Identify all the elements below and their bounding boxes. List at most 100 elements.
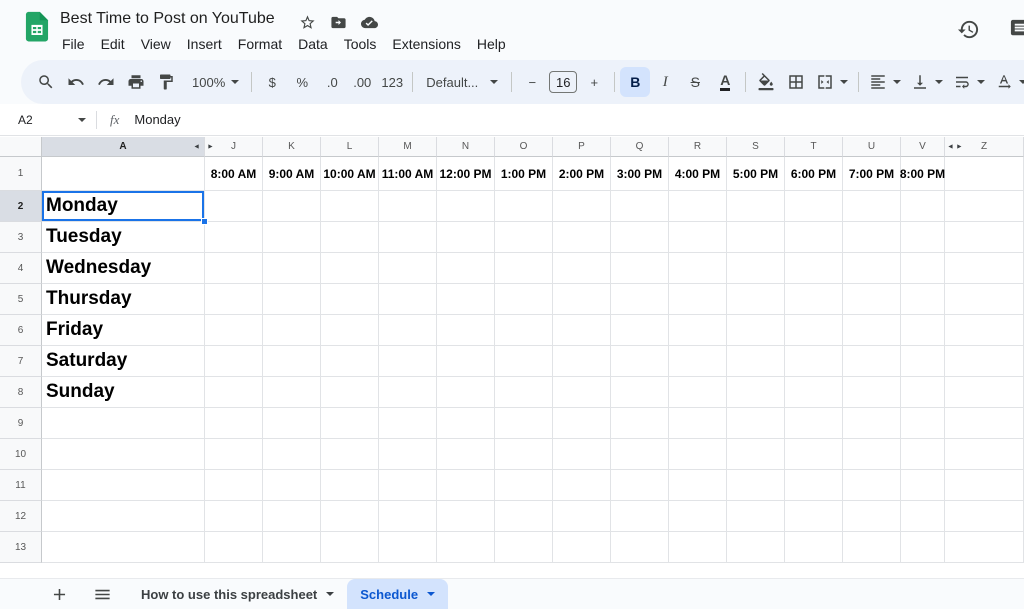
cell-Q12[interactable] [611, 501, 669, 532]
hidden-columns-expand-right-icon[interactable]: ► [207, 143, 216, 150]
cell-T5[interactable] [785, 284, 843, 315]
cell-J4[interactable] [205, 253, 263, 284]
cell-O5[interactable] [495, 284, 553, 315]
cell-Q11[interactable] [611, 470, 669, 501]
cell-K10[interactable] [263, 439, 321, 470]
cell-N12[interactable] [437, 501, 495, 532]
cell-N7[interactable] [437, 346, 495, 377]
cell-M13[interactable] [379, 532, 437, 563]
cell-R3[interactable] [669, 222, 727, 253]
cell-S11[interactable] [727, 470, 785, 501]
cell-U9[interactable] [843, 408, 901, 439]
cell-R12[interactable] [669, 501, 727, 532]
cell-A7[interactable]: Saturday [42, 346, 205, 377]
hidden-columns-expand-icon[interactable]: ◄► [947, 143, 965, 150]
column-header-n[interactable]: N [437, 137, 495, 157]
row-header-7[interactable]: 7 [0, 346, 42, 377]
cell-R1[interactable]: 4:00 PM [669, 157, 727, 191]
cell-Q1[interactable]: 3:00 PM [611, 157, 669, 191]
undo-button[interactable] [61, 67, 91, 97]
menu-view[interactable]: View [133, 34, 179, 54]
cell-O2[interactable] [495, 191, 553, 222]
cell-U8[interactable] [843, 377, 901, 408]
cell-V5[interactable] [901, 284, 945, 315]
increase-decimal-button[interactable]: .00 [347, 67, 377, 97]
cell-S12[interactable] [727, 501, 785, 532]
menu-file[interactable]: File [54, 34, 93, 54]
cell-Z8[interactable] [945, 377, 1024, 408]
cell-M6[interactable] [379, 315, 437, 346]
cell-L10[interactable] [321, 439, 379, 470]
cell-L2[interactable] [321, 191, 379, 222]
print-button[interactable] [121, 67, 151, 97]
cell-Q7[interactable] [611, 346, 669, 377]
cell-N10[interactable] [437, 439, 495, 470]
cell-K5[interactable] [263, 284, 321, 315]
cell-V12[interactable] [901, 501, 945, 532]
cell-R9[interactable] [669, 408, 727, 439]
cell-S8[interactable] [727, 377, 785, 408]
cell-K12[interactable] [263, 501, 321, 532]
cell-S9[interactable] [727, 408, 785, 439]
cell-S3[interactable] [727, 222, 785, 253]
cell-T2[interactable] [785, 191, 843, 222]
cell-Q10[interactable] [611, 439, 669, 470]
cell-U4[interactable] [843, 253, 901, 284]
all-sheets-menu-icon[interactable] [93, 585, 112, 604]
cell-Q13[interactable] [611, 532, 669, 563]
cell-O1[interactable]: 1:00 PM [495, 157, 553, 191]
column-header-m[interactable]: M [379, 137, 437, 157]
cell-T4[interactable] [785, 253, 843, 284]
star-icon[interactable] [299, 14, 316, 36]
cell-V9[interactable] [901, 408, 945, 439]
cell-S7[interactable] [727, 346, 785, 377]
cell-J9[interactable] [205, 408, 263, 439]
cell-O7[interactable] [495, 346, 553, 377]
borders-button[interactable] [781, 67, 811, 97]
cell-O11[interactable] [495, 470, 553, 501]
strikethrough-button[interactable]: S [680, 67, 710, 97]
cell-A2[interactable]: Monday [42, 191, 205, 222]
cell-P6[interactable] [553, 315, 611, 346]
menu-data[interactable]: Data [290, 34, 336, 54]
cell-L11[interactable] [321, 470, 379, 501]
cell-Z12[interactable] [945, 501, 1024, 532]
row-header-9[interactable]: 9 [0, 408, 42, 439]
cell-V6[interactable] [901, 315, 945, 346]
cell-T3[interactable] [785, 222, 843, 253]
cell-J13[interactable] [205, 532, 263, 563]
cell-Z11[interactable] [945, 470, 1024, 501]
cell-Z3[interactable] [945, 222, 1024, 253]
increase-font-size-button[interactable]: + [579, 67, 609, 97]
cell-R5[interactable] [669, 284, 727, 315]
cell-J12[interactable] [205, 501, 263, 532]
cell-A5[interactable]: Thursday [42, 284, 205, 315]
add-sheet-button[interactable] [50, 585, 69, 604]
cell-O6[interactable] [495, 315, 553, 346]
cell-V10[interactable] [901, 439, 945, 470]
cell-M4[interactable] [379, 253, 437, 284]
cell-O10[interactable] [495, 439, 553, 470]
row-header-6[interactable]: 6 [0, 315, 42, 346]
cell-Q5[interactable] [611, 284, 669, 315]
cell-N6[interactable] [437, 315, 495, 346]
menu-insert[interactable]: Insert [179, 34, 230, 54]
cell-S2[interactable] [727, 191, 785, 222]
fill-color-button[interactable] [751, 67, 781, 97]
menu-edit[interactable]: Edit [93, 34, 133, 54]
cell-P5[interactable] [553, 284, 611, 315]
cell-U10[interactable] [843, 439, 901, 470]
vertical-align-button[interactable] [906, 67, 948, 97]
cell-L4[interactable] [321, 253, 379, 284]
column-header-s[interactable]: S [727, 137, 785, 157]
text-color-button[interactable]: A [710, 67, 740, 97]
cell-L8[interactable] [321, 377, 379, 408]
cell-M12[interactable] [379, 501, 437, 532]
row-header-3[interactable]: 3 [0, 222, 42, 253]
decrease-decimal-button[interactable]: .0 [317, 67, 347, 97]
cell-M10[interactable] [379, 439, 437, 470]
selection-fill-handle[interactable] [201, 218, 208, 225]
cell-P11[interactable] [553, 470, 611, 501]
cell-T11[interactable] [785, 470, 843, 501]
cell-U1[interactable]: 7:00 PM [843, 157, 901, 191]
